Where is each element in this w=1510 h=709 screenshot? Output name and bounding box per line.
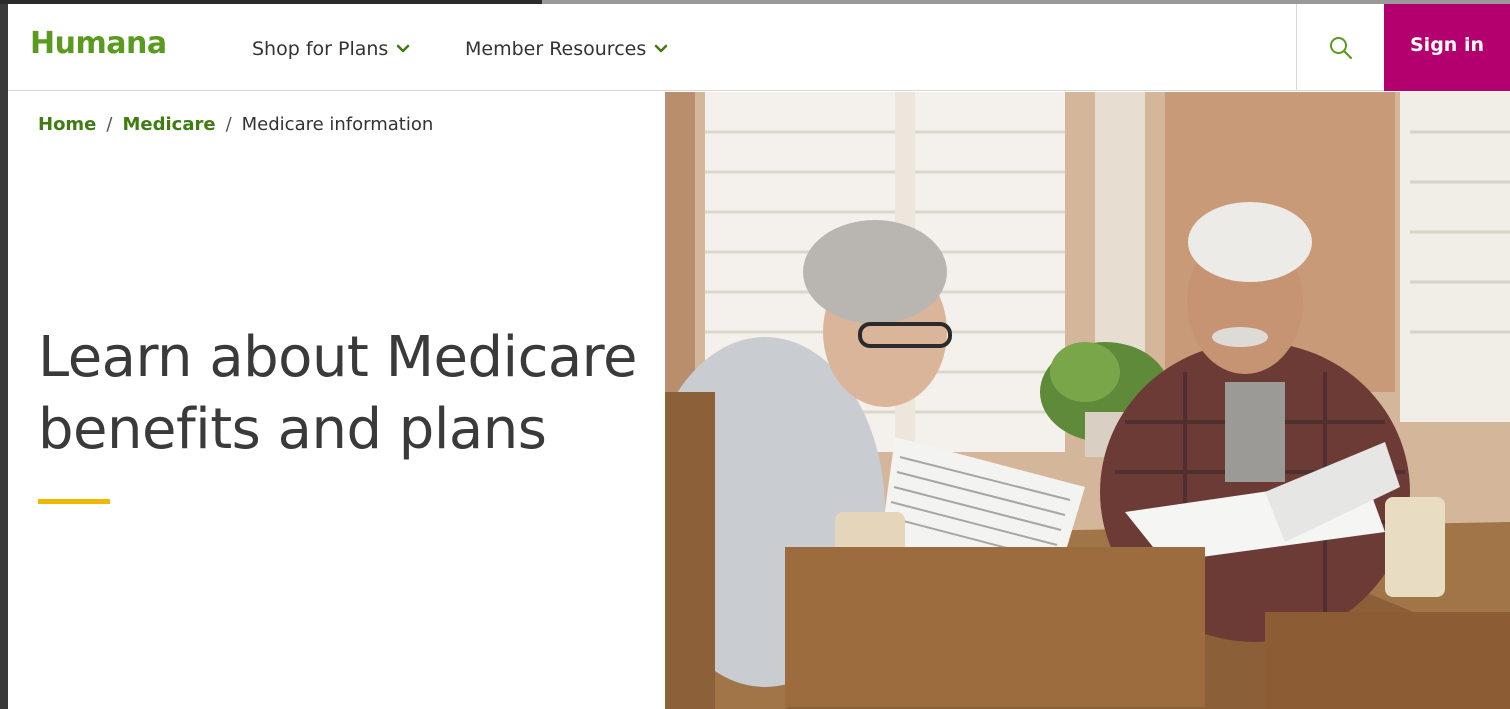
hero-photo [665, 92, 1510, 709]
page-title-line2: benefits and plans [38, 397, 547, 462]
nav-member-resources[interactable]: Member Resources [465, 38, 668, 60]
nav-member-label: Member Resources [465, 38, 647, 60]
breadcrumb: Home / Medicare / Medicare information [38, 114, 433, 135]
chevron-down-icon [654, 44, 668, 53]
search-button[interactable] [1296, 4, 1384, 91]
breadcrumb-medicare[interactable]: Medicare [122, 114, 215, 135]
search-icon [1329, 36, 1352, 59]
chevron-down-icon [397, 44, 410, 53]
hero-photo-illustration [665, 92, 1510, 709]
page-title-line1: Learn about Medicare [38, 325, 637, 390]
nav-shop-for-plans[interactable]: Shop for Plans [252, 38, 410, 60]
title-accent-bar [38, 499, 110, 504]
page: Humana Shop for Plans Member Resources S… [8, 4, 1510, 709]
site-header: Humana Shop for Plans Member Resources S… [8, 4, 1510, 91]
breadcrumb-separator: / [225, 114, 232, 135]
humana-logo[interactable]: Humana [30, 26, 167, 61]
sign-in-button[interactable]: Sign in [1384, 4, 1510, 91]
breadcrumb-home[interactable]: Home [38, 114, 96, 135]
page-title: Learn about Medicare benefits and plans [38, 322, 658, 466]
nav-shop-label: Shop for Plans [252, 38, 389, 60]
breadcrumb-separator: / [106, 114, 113, 135]
breadcrumb-current: Medicare information [241, 114, 434, 135]
